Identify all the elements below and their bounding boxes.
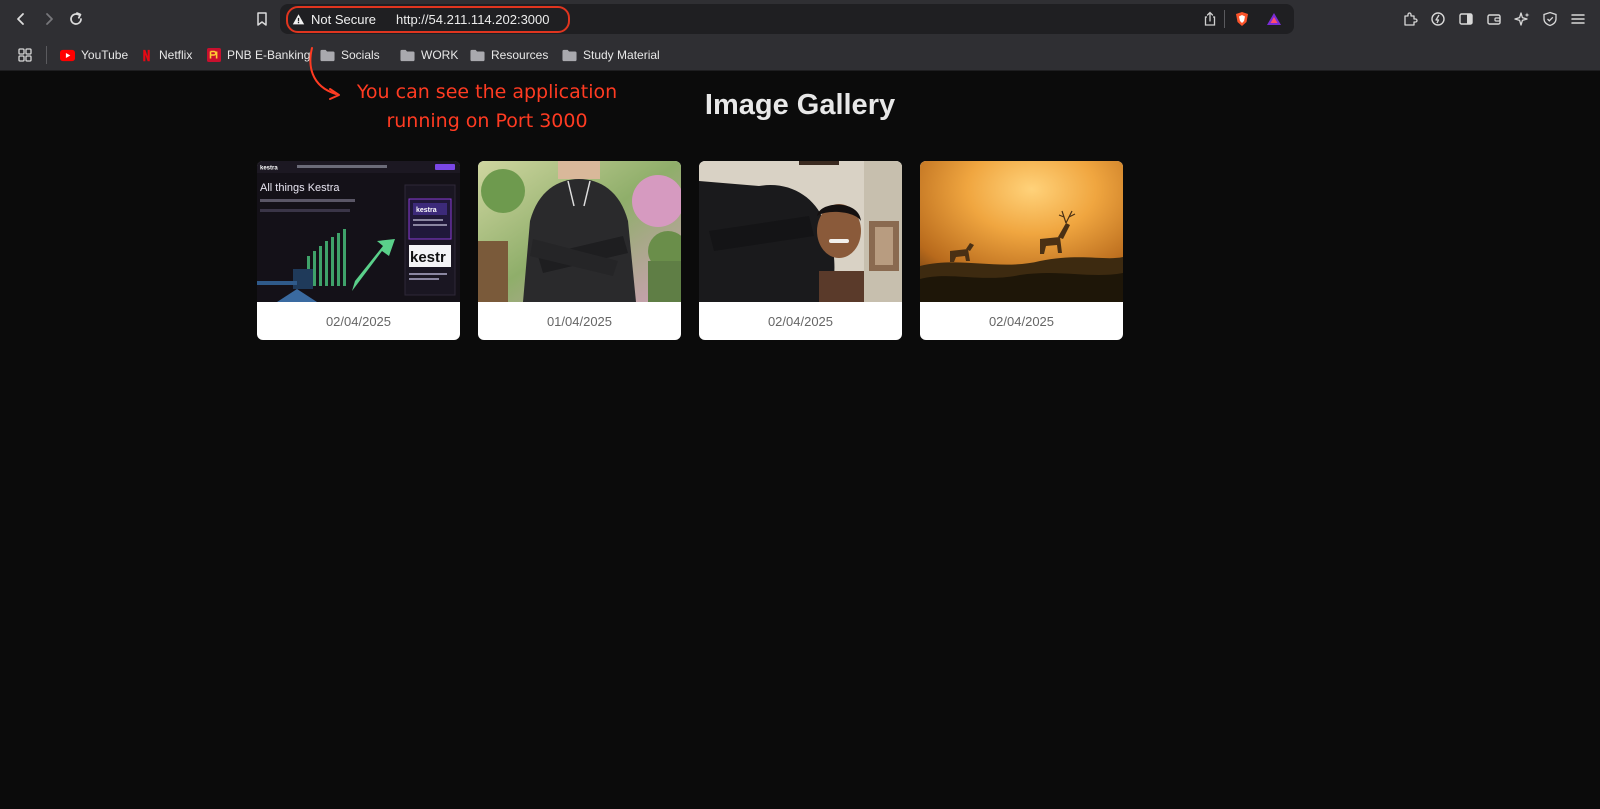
security-indicator[interactable]: Not Secure (292, 9, 376, 29)
pnb-icon (207, 48, 221, 62)
folder-icon (400, 49, 415, 61)
gallery-card[interactable]: kestra All things Kestra kestra kestr 02… (257, 161, 460, 340)
bookmark-youtube[interactable]: YouTube (60, 45, 128, 65)
wallet-icon[interactable] (1482, 7, 1506, 31)
vpn-icon[interactable] (1538, 7, 1562, 31)
folder-icon (562, 49, 577, 61)
browser-toolbar: Not Secure http://54.211.114.202:3000 (0, 0, 1600, 40)
gallery-date: 02/04/2025 (988, 313, 1055, 329)
toolbar-divider (1224, 10, 1225, 28)
bookmark-work[interactable]: WORK (400, 45, 458, 65)
speed-reader-icon[interactable] (1426, 7, 1450, 31)
extensions-icon[interactable] (1398, 7, 1422, 31)
gallery-image[interactable]: kestra All things Kestra kestra kestr (257, 161, 460, 302)
bookmark-netflix[interactable]: Netflix (140, 45, 192, 65)
bookmark-icon[interactable] (250, 7, 274, 31)
gallery-card[interactable]: 02/04/2025 (920, 161, 1123, 340)
thumb-kestra-logo: kestra (260, 166, 278, 172)
leo-ai-icon[interactable] (1510, 7, 1534, 31)
thumb-kestra-card-text: kestr (410, 249, 446, 266)
bookmark-label: WORK (421, 48, 459, 62)
thumb-kestra-card-logo: kestra (416, 207, 437, 214)
annotation-text: You can see the application running on P… (342, 78, 632, 136)
url-text[interactable]: http://54.211.114.202:3000 (396, 12, 550, 27)
back-icon[interactable] (9, 7, 33, 31)
annotation-line-1: You can see the application (356, 81, 618, 103)
brave-shield-icon[interactable] (1230, 7, 1254, 31)
gallery-date: 01/04/2025 (546, 313, 613, 329)
bookmark-label: Study Material (583, 48, 660, 62)
menu-icon[interactable] (1566, 7, 1590, 31)
bookmark-resources[interactable]: Resources (470, 45, 548, 65)
bookmark-label: YouTube (81, 48, 129, 62)
bookmark-label: Netflix (159, 48, 193, 62)
gallery-card[interactable]: 01/04/2025 (478, 161, 681, 340)
reload-icon[interactable] (64, 7, 88, 31)
warning-icon (292, 13, 305, 24)
forward-icon[interactable] (37, 7, 61, 31)
bookmark-label: PNB E-Banking (227, 48, 311, 62)
sidebar-icon[interactable] (1454, 7, 1478, 31)
security-label: Not Secure (311, 11, 377, 27)
page-title: Image Gallery (704, 89, 896, 121)
share-icon[interactable] (1198, 7, 1222, 31)
brave-rewards-icon[interactable] (1262, 7, 1286, 31)
netflix-icon (143, 49, 150, 61)
annotation-line-2: running on Port 3000 (386, 110, 588, 132)
bookmarks-divider (46, 46, 47, 64)
gallery-image[interactable] (478, 161, 681, 302)
bookmark-study-material[interactable]: Study Material (562, 45, 660, 65)
gallery-date: 02/04/2025 (325, 313, 392, 329)
folder-icon (470, 49, 485, 61)
apps-grid-icon[interactable] (13, 43, 37, 67)
thumb-kestra-heading: All things Kestra (260, 182, 340, 194)
bookmark-pnb[interactable]: PNB E-Banking (207, 45, 310, 65)
gallery-card[interactable]: 02/04/2025 (699, 161, 902, 340)
gallery-date: 02/04/2025 (767, 313, 834, 329)
youtube-icon (60, 49, 75, 61)
bookmark-label: Resources (491, 48, 549, 62)
gallery-image[interactable] (699, 161, 902, 302)
gallery-image[interactable] (920, 161, 1123, 302)
